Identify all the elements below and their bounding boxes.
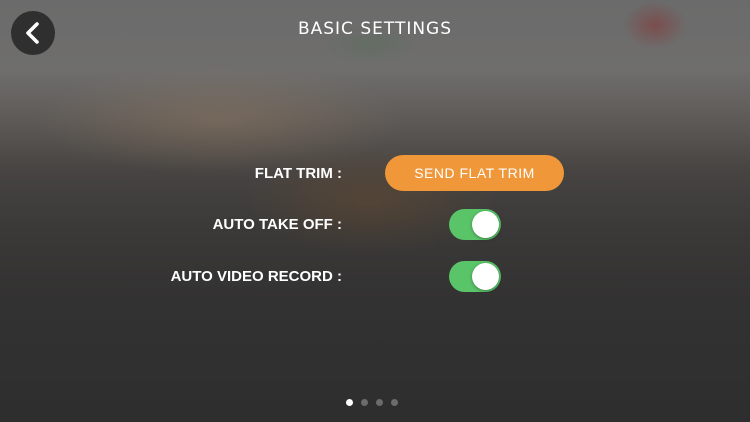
auto-take-off-toggle[interactable] (449, 209, 501, 240)
page-dot[interactable] (376, 399, 383, 406)
auto-video-record-label: AUTO VIDEO RECORD : (170, 268, 342, 285)
blurred-background (0, 0, 750, 422)
page-dot[interactable] (361, 399, 368, 406)
auto-take-off-label: AUTO TAKE OFF : (212, 216, 342, 233)
toggle-knob (472, 211, 499, 238)
auto-video-record-toggle[interactable] (449, 261, 501, 292)
page-dot[interactable] (391, 399, 398, 406)
send-flat-trim-button[interactable]: SEND FLAT TRIM (385, 155, 564, 191)
flat-trim-label: FLAT TRIM : (254, 165, 342, 182)
page-dot[interactable] (346, 399, 353, 406)
toggle-knob (472, 263, 499, 290)
page-title: BASIC SETTINGS (297, 19, 453, 39)
page-indicator (346, 399, 398, 406)
